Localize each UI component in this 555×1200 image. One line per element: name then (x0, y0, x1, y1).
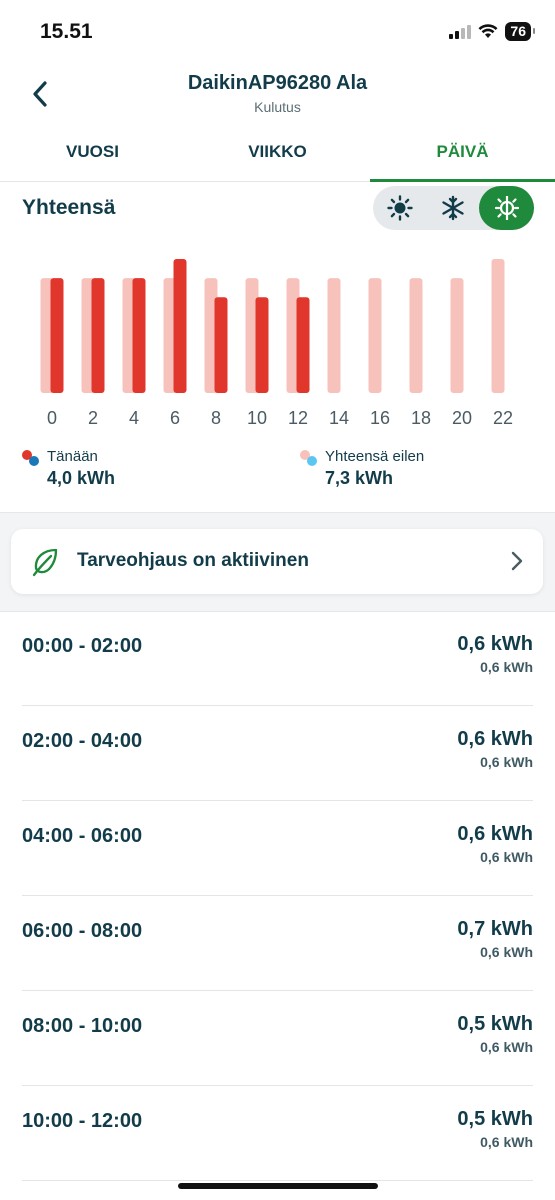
bar-today (255, 297, 269, 393)
heating-mode-button[interactable] (373, 186, 426, 230)
row-value: 0,5 kWh (457, 1108, 533, 1130)
row-time: 08:00 - 10:00 (22, 1015, 143, 1037)
heat-cool-mode-button[interactable] (479, 186, 534, 230)
row-time: 00:00 - 02:00 (22, 635, 143, 657)
bar-today (132, 278, 146, 393)
bar-yesterday (491, 259, 505, 393)
list-item[interactable]: 04:00 - 06:00 0,6 kWh 0,6 kWh (0, 801, 555, 896)
bar-yesterday (409, 278, 423, 393)
row-time: 10:00 - 12:00 (22, 1110, 143, 1132)
section-title: Yhteensä (22, 196, 116, 219)
tab-week[interactable]: VIIKKO (185, 126, 370, 181)
bar-today (50, 278, 64, 393)
demand-control-card[interactable]: Tarveohjaus on aktiivinen (11, 529, 543, 594)
page-title: DaikinAP96280 Ala (187, 72, 368, 94)
x-tick-label: 6 (170, 408, 180, 428)
row-value: 0,6 kWh (457, 823, 533, 845)
list-item[interactable]: 08:00 - 10:00 0,5 kWh 0,6 kWh (0, 991, 555, 1086)
bar-today (214, 297, 228, 393)
x-tick-label: 0 (47, 408, 57, 428)
sun-icon (386, 195, 413, 221)
row-time: 06:00 - 08:00 (22, 920, 143, 942)
leaf-icon (32, 548, 58, 577)
row-yesterday-value: 0,6 kWh (480, 944, 533, 960)
row-yesterday-value: 0,6 kWh (480, 849, 533, 865)
page-subtitle: Kulutus (254, 99, 301, 115)
legend-today-dots (22, 450, 40, 468)
list-item[interactable]: 06:00 - 08:00 0,7 kWh 0,6 kWh (0, 896, 555, 991)
signal-icon (449, 24, 472, 39)
row-yesterday-value: 0,6 kWh (480, 659, 533, 675)
bar-yesterday (450, 278, 464, 393)
tab-year[interactable]: VUOSI (0, 126, 185, 181)
bar-today (296, 297, 310, 393)
x-tick-label: 4 (129, 408, 139, 428)
list-item[interactable]: 02:00 - 04:00 0,6 kWh 0,6 kWh (0, 706, 555, 801)
bar-yesterday (368, 278, 382, 393)
list-item[interactable]: 10:00 - 12:00 0,5 kWh 0,6 kWh (0, 1086, 555, 1181)
battery-indicator: 76 (505, 22, 535, 41)
status-bar: 15.51 76 (0, 0, 555, 60)
header: DaikinAP96280 Ala Kulutus (0, 60, 555, 126)
divider (22, 1180, 533, 1181)
legend-yesterday-value: 7,3 kWh (325, 468, 394, 488)
list-item[interactable]: 00:00 - 02:00 0,6 kWh 0,6 kWh (0, 611, 555, 706)
row-value: 0,5 kWh (457, 1013, 533, 1035)
cooling-mode-button[interactable] (426, 186, 479, 230)
x-tick-label: 18 (411, 408, 431, 428)
x-tick-label: 22 (493, 408, 513, 428)
status-icons: 76 (449, 22, 535, 41)
row-yesterday-value: 0,6 kWh (480, 1134, 533, 1150)
bar-today (173, 259, 187, 393)
row-time: 02:00 - 04:00 (22, 730, 143, 752)
wifi-icon (478, 24, 498, 38)
home-indicator[interactable] (178, 1183, 378, 1189)
x-tick-label: 16 (370, 408, 390, 428)
row-yesterday-value: 0,6 kWh (480, 754, 533, 770)
tab-day[interactable]: PÄIVÄ (370, 126, 555, 182)
legend-today-label: Tänään (47, 448, 98, 465)
row-time: 04:00 - 06:00 (22, 825, 143, 847)
row-value: 0,6 kWh (457, 633, 533, 655)
heat-cool-icon (494, 196, 519, 220)
x-tick-label: 12 (288, 408, 308, 428)
row-value: 0,7 kWh (457, 918, 533, 940)
x-tick-label: 20 (452, 408, 472, 428)
bar-today (91, 278, 105, 393)
snowflake-icon (441, 195, 464, 221)
row-yesterday-value: 0,6 kWh (480, 1039, 533, 1055)
x-tick-label: 14 (329, 408, 349, 428)
status-time: 15.51 (40, 20, 93, 43)
legend-yesterday-label: Yhteensä eilen (325, 448, 425, 465)
x-tick-label: 10 (247, 408, 267, 428)
x-tick-label: 8 (211, 408, 221, 428)
row-value: 0,6 kWh (457, 728, 533, 750)
chevron-right-icon (511, 551, 523, 571)
consumption-chart: 0 2 4 6 8 10 12 14 16 18 20 22 (40, 259, 513, 428)
legend-today-value: 4,0 kWh (47, 468, 116, 488)
bar-yesterday (327, 278, 341, 393)
legend-yesterday-dots (300, 450, 318, 468)
period-tabs: VUOSI VIIKKO PÄIVÄ (0, 126, 555, 182)
demand-control-label: Tarveohjaus on aktiivinen (77, 550, 309, 571)
x-tick-label: 2 (88, 408, 98, 428)
mode-toggle (373, 186, 534, 230)
